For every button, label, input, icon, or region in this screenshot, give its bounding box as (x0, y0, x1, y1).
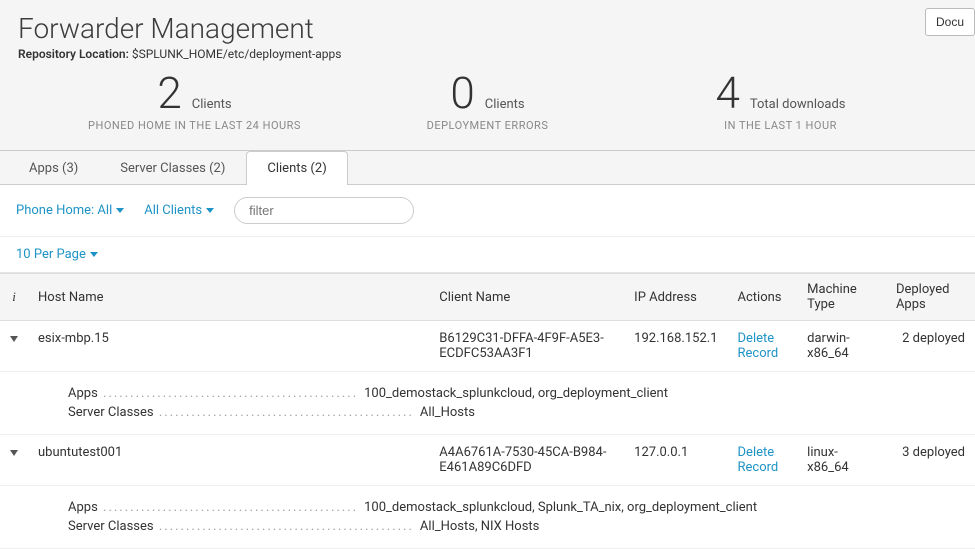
col-actions[interactable]: Actions (728, 274, 798, 321)
documentation-button[interactable]: Docu (925, 8, 975, 36)
table-row: ubuntutest001 A4A6761A-7530-45CA-B984-E4… (0, 435, 975, 486)
detail-apps-label: Apps (68, 500, 358, 515)
stat-number: 0 (450, 71, 474, 115)
table-header-row: i Host Name Client Name IP Address Actio… (0, 274, 975, 321)
expand-toggle[interactable] (0, 321, 28, 372)
tab-clients[interactable]: Clients (2) (246, 151, 347, 185)
stat-sub: PHONED HOME IN THE LAST 24 HOURS (48, 119, 341, 132)
stat-number: 2 (157, 71, 181, 115)
detail-apps-value: 100_demostack_splunkcloud, org_deploymen… (358, 386, 668, 401)
phone-home-dropdown[interactable]: Phone Home: All (16, 203, 124, 218)
tabs-row: Apps (3) Server Classes (2) Clients (2) (0, 150, 975, 185)
header: Docu Forwarder Management Repository Loc… (0, 0, 975, 151)
col-machine-type[interactable]: Machine Type (797, 274, 886, 321)
cell-machine: darwin-x86_64 (797, 321, 886, 372)
chevron-down-icon (10, 450, 18, 456)
col-client-name[interactable]: Client Name (429, 274, 624, 321)
stat-number: 4 (715, 71, 739, 115)
cell-machine: linux-x86_64 (797, 435, 886, 486)
detail-apps-value: 100_demostack_splunkcloud, Splunk_TA_nix… (358, 500, 757, 515)
repo-label: Repository Location: (18, 47, 129, 61)
all-clients-label: All Clients (144, 203, 202, 218)
col-info[interactable]: i (0, 274, 28, 321)
cell-ip: 127.0.0.1 (624, 435, 727, 486)
detail-server-classes-label: Server Classes (68, 405, 414, 420)
detail-server-classes-label: Server Classes (68, 519, 414, 534)
col-ip-address[interactable]: IP Address (624, 274, 727, 321)
tab-server-classes[interactable]: Server Classes (2) (99, 151, 246, 185)
cell-deployed: 2 deployed (886, 321, 975, 372)
detail-server-classes-value: All_Hosts (414, 405, 475, 420)
cell-host: ubuntutest001 (28, 435, 429, 486)
stat-label: Total downloads (750, 97, 846, 112)
chevron-down-icon (206, 208, 214, 213)
stats-row: 2 Clients PHONED HOME IN THE LAST 24 HOU… (18, 71, 957, 132)
expand-toggle[interactable] (0, 435, 28, 486)
clients-table: i Host Name Client Name IP Address Actio… (0, 273, 975, 549)
per-page-dropdown[interactable]: 10 Per Page (16, 247, 98, 262)
col-host-name[interactable]: Host Name (28, 274, 429, 321)
cell-host: esix-mbp.15 (28, 321, 429, 372)
filter-bar: Phone Home: All All Clients (0, 185, 975, 237)
per-page-label: 10 Per Page (16, 247, 86, 262)
table-row-detail: Apps 100_demostack_splunkcloud, Splunk_T… (0, 486, 975, 549)
chevron-down-icon (90, 252, 98, 257)
tab-apps[interactable]: Apps (3) (8, 151, 99, 185)
all-clients-dropdown[interactable]: All Clients (144, 203, 214, 218)
stat-sub: IN THE LAST 1 HOUR (634, 119, 927, 132)
cell-client: A4A6761A-7530-45CA-B984-E461A89C6DFD (429, 435, 624, 486)
stat-total-downloads[interactable]: 4 Total downloads IN THE LAST 1 HOUR (634, 71, 927, 132)
col-deployed-apps[interactable]: Deployed Apps (886, 274, 975, 321)
phone-home-label: Phone Home: All (16, 203, 112, 218)
cell-deployed: 3 deployed (886, 435, 975, 486)
cell-client: B6129C31-DFFA-4F9F-A5E3-ECDFC53AA3F1 (429, 321, 624, 372)
pager-bar: 10 Per Page (0, 237, 975, 273)
stat-label: Clients (485, 97, 525, 112)
table-row-detail: Apps 100_demostack_splunkcloud, org_depl… (0, 372, 975, 435)
detail-server-classes-value: All_Hosts, NIX Hosts (414, 519, 539, 534)
delete-record-link[interactable]: Delete Record (738, 331, 779, 361)
detail-apps-label: Apps (68, 386, 358, 401)
page-title: Forwarder Management (18, 12, 957, 45)
repository-location: Repository Location: $SPLUNK_HOME/etc/de… (18, 47, 957, 61)
stat-clients-phoned-home[interactable]: 2 Clients PHONED HOME IN THE LAST 24 HOU… (48, 71, 341, 132)
delete-record-link[interactable]: Delete Record (738, 445, 779, 475)
chevron-down-icon (116, 208, 124, 213)
stat-label: Clients (192, 97, 232, 112)
stat-deployment-errors[interactable]: 0 Clients DEPLOYMENT ERRORS (341, 71, 634, 132)
table-row: esix-mbp.15 B6129C31-DFFA-4F9F-A5E3-ECDF… (0, 321, 975, 372)
stat-sub: DEPLOYMENT ERRORS (341, 119, 634, 132)
repo-value: $SPLUNK_HOME/etc/deployment-apps (132, 47, 342, 61)
chevron-down-icon (10, 336, 18, 342)
filter-input[interactable] (234, 197, 414, 224)
cell-ip: 192.168.152.1 (624, 321, 727, 372)
